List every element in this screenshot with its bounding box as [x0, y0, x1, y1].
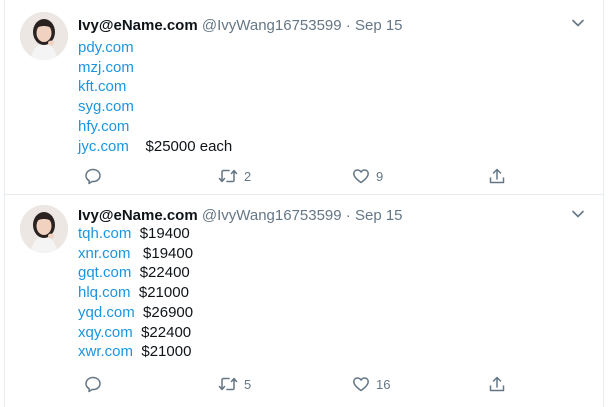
domain-link[interactable]: pdy.com: [78, 39, 134, 56]
price-text: $19400: [139, 225, 190, 242]
share-icon: [488, 167, 506, 185]
separator: ·: [345, 207, 351, 224]
retweet-button[interactable]: 5: [218, 373, 251, 395]
domain-link[interactable]: xwr.com: [78, 343, 133, 360]
tweet-text: pdy.com mzj.com kft.com syg.com hfy.com …: [78, 38, 232, 156]
tweet-line: xqy.com $22400: [78, 323, 193, 343]
domain-link[interactable]: gqt.com: [78, 264, 131, 281]
retweet-icon: [218, 375, 238, 393]
domain-link[interactable]: xnr.com: [78, 245, 131, 262]
reply-icon: [84, 375, 102, 393]
domain-link[interactable]: jyc.com: [78, 138, 129, 155]
tweet-line: xwr.com $21000: [78, 342, 193, 362]
domain-link[interactable]: mzj.com: [78, 59, 134, 76]
like-icon: [352, 167, 370, 185]
tweet-line: xnr.com $19400: [78, 244, 193, 264]
domain-link[interactable]: syg.com: [78, 98, 134, 115]
tweet-date[interactable]: Sep 15: [355, 207, 403, 224]
author-handle[interactable]: @IvyWang16753599: [202, 207, 342, 224]
tweet-actions: 5 16: [78, 373, 518, 395]
tweet-line: pdy.com: [78, 38, 232, 58]
tweet-line: yqd.com $26900: [78, 303, 193, 323]
chevron-down-icon[interactable]: [571, 207, 585, 221]
share-button[interactable]: [488, 165, 506, 187]
domain-link[interactable]: hfy.com: [78, 118, 129, 135]
author-name[interactable]: Ivy@eName.com: [78, 207, 198, 224]
tweet-header: Ivy@eName.com @IvyWang16753599 · Sep 15: [78, 206, 403, 226]
retweet-button[interactable]: 2: [218, 165, 251, 187]
reply-icon: [84, 167, 102, 185]
tweet-actions: 2 9: [78, 165, 518, 187]
tweet[interactable]: Ivy@eName.com @IvyWang16753599 · Sep 15 …: [5, 0, 603, 195]
like-button[interactable]: 16: [352, 373, 390, 395]
retweet-count: 2: [244, 168, 252, 184]
author-handle[interactable]: @IvyWang16753599: [202, 17, 342, 34]
tweet-line: kft.com: [78, 77, 232, 97]
share-icon: [488, 375, 506, 393]
domain-link[interactable]: kft.com: [78, 78, 126, 95]
separator: ·: [345, 17, 351, 34]
domain-link[interactable]: yqd.com: [78, 304, 135, 321]
tweet-line: hfy.com: [78, 117, 232, 137]
timeline: Ivy@eName.com @IvyWang16753599 · Sep 15 …: [4, 0, 604, 407]
like-count: 9: [376, 168, 384, 184]
price-text: $22400: [141, 323, 192, 341]
share-button[interactable]: [488, 373, 506, 395]
avatar[interactable]: [20, 205, 68, 253]
author-name[interactable]: Ivy@eName.com: [78, 17, 198, 34]
tweet-header: Ivy@eName.com @IvyWang16753599 · Sep 15: [78, 16, 403, 36]
domain-link[interactable]: xqy.com: [78, 324, 133, 341]
like-button[interactable]: 9: [352, 165, 383, 187]
reply-button[interactable]: [84, 165, 108, 187]
retweet-count: 5: [244, 376, 252, 392]
domain-link[interactable]: hlq.com: [78, 284, 131, 301]
tweet-line: syg.com: [78, 97, 232, 117]
reply-button[interactable]: [84, 373, 108, 395]
tweet-line: tqh.com $19400: [78, 224, 193, 244]
tweet-line: jyc.com $25000 each: [78, 137, 232, 157]
tweet-text: tqh.com $19400 xnr.com $19400 gqt.com $2…: [78, 224, 193, 362]
chevron-down-icon[interactable]: [571, 16, 585, 30]
tweet-line: gqt.com $22400: [78, 263, 193, 283]
price-text: $22400: [139, 264, 190, 282]
tweet[interactable]: Ivy@eName.com @IvyWang16753599 · Sep 15 …: [5, 195, 603, 407]
like-count: 16: [376, 376, 391, 392]
price-text: $21000: [138, 284, 189, 302]
avatar[interactable]: [20, 12, 68, 60]
price-text: $26900: [143, 303, 194, 321]
price-text: $25000 each: [145, 137, 233, 155]
tweet-line: mzj.com: [78, 58, 232, 78]
retweet-icon: [218, 167, 238, 185]
price-text: $21000: [141, 343, 192, 361]
tweet-date[interactable]: Sep 15: [355, 17, 403, 34]
tweet-line: hlq.com $21000: [78, 283, 193, 303]
price-text: $19400: [143, 244, 194, 262]
domain-link[interactable]: tqh.com: [78, 225, 131, 242]
like-icon: [352, 375, 370, 393]
